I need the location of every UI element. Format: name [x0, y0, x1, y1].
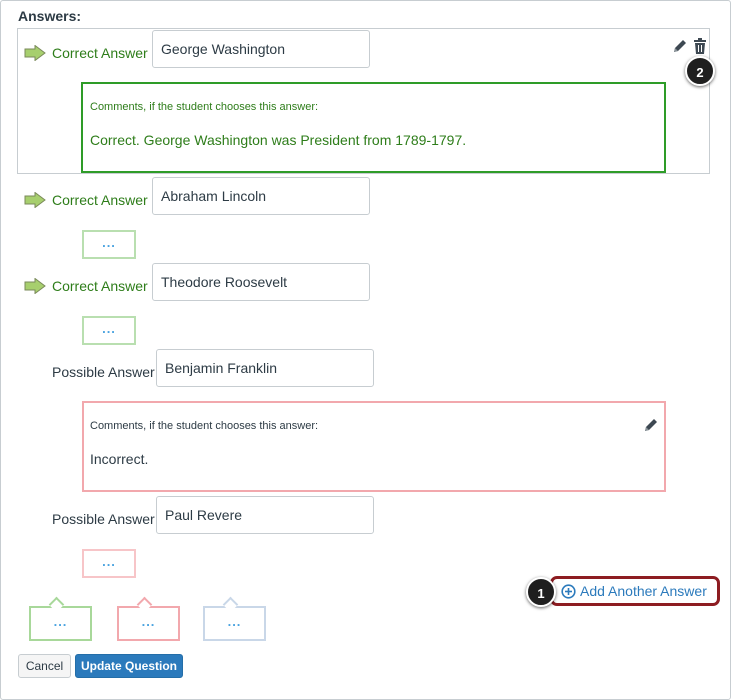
plus-circle-icon[interactable]: [561, 584, 576, 599]
callout-badge-2: 2: [685, 56, 715, 86]
general-feedback-correct[interactable]: ...: [29, 606, 92, 641]
comment-text: Incorrect.: [90, 451, 149, 467]
answer-5-input[interactable]: Paul Revere: [156, 496, 374, 534]
cancel-button[interactable]: Cancel: [18, 654, 71, 678]
comment-label: Comments, if the student chooses this an…: [90, 101, 319, 113]
answer-3-comment-button[interactable]: ...: [82, 316, 136, 345]
answer-5-comment-button[interactable]: ...: [82, 549, 136, 578]
answer-4-label: Possible Answer: [52, 364, 155, 380]
pencil-icon[interactable]: [643, 417, 659, 433]
answer-3-label: Correct Answer: [52, 278, 148, 294]
add-another-answer-link[interactable]: Add Another Answer: [580, 583, 707, 599]
answer-4-input[interactable]: Benjamin Franklin: [156, 349, 374, 387]
comment-label: Comments, if the student chooses this an…: [90, 420, 319, 432]
callout-badge-1: 1: [526, 577, 556, 607]
answer-1-label: Correct Answer: [52, 45, 148, 61]
pencil-icon[interactable]: [672, 38, 688, 54]
answer-4-comment-box[interactable]: Comments, if the student chooses this an…: [82, 401, 666, 492]
comment-text: Correct. George Washington was President…: [90, 132, 467, 148]
correct-arrow-icon[interactable]: [24, 45, 46, 61]
correct-arrow-icon[interactable]: [24, 192, 46, 208]
trash-icon[interactable]: [693, 38, 707, 54]
correct-arrow-icon[interactable]: [24, 278, 46, 294]
answer-5-label: Possible Answer: [52, 511, 155, 527]
answer-1-comment-box[interactable]: Comments, if the student chooses this an…: [81, 82, 666, 173]
answer-3-input[interactable]: Theodore Roosevelt: [152, 263, 370, 301]
general-feedback-neutral[interactable]: ...: [203, 606, 266, 641]
answer-2-comment-button[interactable]: ...: [82, 230, 136, 259]
answers-heading: Answers:: [18, 8, 82, 24]
update-question-button[interactable]: Update Question: [75, 654, 183, 678]
general-feedback-incorrect[interactable]: ...: [117, 606, 180, 641]
answer-2-input[interactable]: Abraham Lincoln: [152, 177, 370, 215]
answer-1-input[interactable]: George Washington: [152, 30, 370, 68]
answer-2-label: Correct Answer: [52, 192, 148, 208]
